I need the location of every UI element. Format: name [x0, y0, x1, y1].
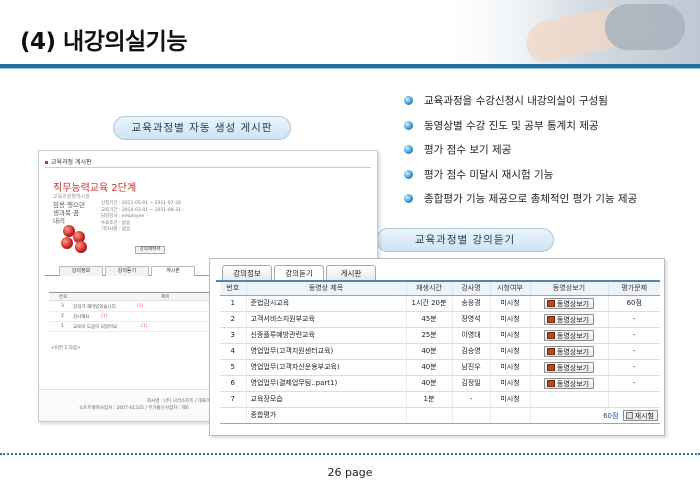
course-subtitle: 교육과정별게시판: [53, 194, 90, 200]
board-title: 교육과정 게시판: [45, 157, 92, 166]
table-row: 6 영업업무(결제업무팀..part1) 40분 김정일 미시청 동영상보기 -: [220, 375, 660, 392]
play-video-button[interactable]: 동영상보기: [543, 313, 595, 325]
slide-header: (4) 내강의실기능: [0, 0, 700, 69]
video-icon: [546, 315, 555, 323]
lecture-list-screenshot: 강의정보 강의듣기 게시판 번호 동영상 제목 재생시간 강사명 시청여부 동영…: [209, 258, 665, 436]
course-thumbnail: 임용·행으뎐 생과목·꿈 내리: [53, 201, 97, 253]
page-title: (4) 내강의실기능: [20, 29, 188, 55]
bullet-icon: [404, 96, 413, 105]
bullet-icon: [404, 145, 413, 154]
board-pager[interactable]: <이전 1 다음>: [51, 345, 81, 351]
video-icon: [546, 331, 555, 339]
page-number: 26 page: [327, 466, 373, 479]
play-video-button[interactable]: 동영상보기: [543, 377, 595, 389]
footer-registration: 소프트웨어사업자 : 2007-01325 / 부가통신사업자 : 제0: [79, 406, 189, 411]
tab-course-info[interactable]: 강의정보: [59, 266, 103, 276]
tab-board[interactable]: 게시판: [326, 265, 376, 281]
bullet-icon: [404, 120, 413, 130]
table-row: 1 준법감시교육 1시간 20분 송응경 미시청 동영상보기 60점: [220, 295, 660, 312]
feature-item: 평가 점수 미달시 재시험 기능: [404, 168, 637, 193]
tab-board[interactable]: 게시판: [151, 266, 195, 276]
footer-divider: [0, 453, 700, 455]
table-row: 3 신종플루예방관련교육 25분 이영대 미시청 동영상보기 -: [220, 327, 660, 344]
tab-lectures[interactable]: 강의듣기: [274, 265, 324, 281]
bullet-icon: [404, 169, 413, 179]
exam-icon: [625, 411, 633, 419]
table-row: 4 영업업무(고객지원센터교육) 40분 김승영 미시청 동영상보기 -: [220, 343, 660, 360]
col-num: 번호: [59, 295, 68, 300]
syllabus-button[interactable]: 강의계획서: [135, 246, 165, 254]
header-photo: [455, 0, 700, 66]
feature-item: 교육과정을 수강신청시 내강의실이 구성됨: [404, 94, 637, 119]
caption-lecture-list: 교육과정별 강의듣기: [376, 228, 554, 252]
retake-exam-button[interactable]: 재시험: [622, 409, 658, 421]
thumbnail-text: 임용·행으뎐 생과목·꿈 내리: [53, 201, 85, 225]
play-video-button[interactable]: 동영상보기: [543, 329, 595, 341]
total-score: 60점: [603, 411, 619, 420]
video-icon: [546, 379, 555, 387]
bullet-icon: [404, 194, 413, 203]
video-icon: [546, 299, 555, 307]
feature-item: 종합평가 기능 제공으로 총체적인 평가 기능 제공: [404, 192, 637, 217]
table-row: 2 고객서비스지원부교육 45분 장영석 미시청 동영상보기 -: [220, 311, 660, 328]
lecture-table: 번호 동영상 제목 재생시간 강사명 시청여부 동영상보기 평가문제 1 준법감…: [220, 282, 660, 424]
col-title: 제목: [161, 295, 170, 300]
table-row: 5 영업업무(고객자산운용부교육) 40분 남진우 미시청 동영상보기 -: [220, 359, 660, 376]
caption-auto-board: 교육과정별 자동 생성 게시판: [113, 116, 291, 140]
play-video-button[interactable]: 동영상보기: [543, 297, 595, 309]
course-info: 신청기간 : 2011-05-01 ~ 2011-07-30 교육기간 : 20…: [101, 201, 181, 232]
thumbnail-ball: [61, 237, 73, 249]
course-title: 직무능력교육 2단계: [53, 183, 137, 194]
tab-course-info[interactable]: 강의정보: [222, 265, 272, 281]
feature-list: 교육과정을 수강신청시 내강의실이 구성됨 동영상별 수강 진도 및 공부 통계…: [404, 94, 637, 217]
play-video-button[interactable]: 동영상보기: [543, 361, 595, 373]
lecture-table-header: 번호 동영상 제목 재생시간 강사명 시청여부 동영상보기 평가문제: [220, 282, 660, 296]
header-divider-thin: [0, 68, 700, 69]
thumbnail-ball: [75, 241, 87, 253]
video-icon: [546, 363, 555, 371]
total-evaluation-row: 종합평가 60점 재시험: [220, 407, 660, 424]
tab-lectures[interactable]: 강의듣기: [105, 266, 149, 276]
feature-item: 동영상별 수강 진도 및 공부 통계치 제공: [404, 119, 637, 144]
video-icon: [546, 347, 555, 355]
play-video-button[interactable]: 동영상보기: [543, 345, 595, 357]
feature-item: 평가 점수 보기 제공: [404, 143, 637, 168]
board-divider: [45, 167, 371, 168]
table-row: 7 교육장모습 1분 - 미시청: [220, 391, 660, 408]
